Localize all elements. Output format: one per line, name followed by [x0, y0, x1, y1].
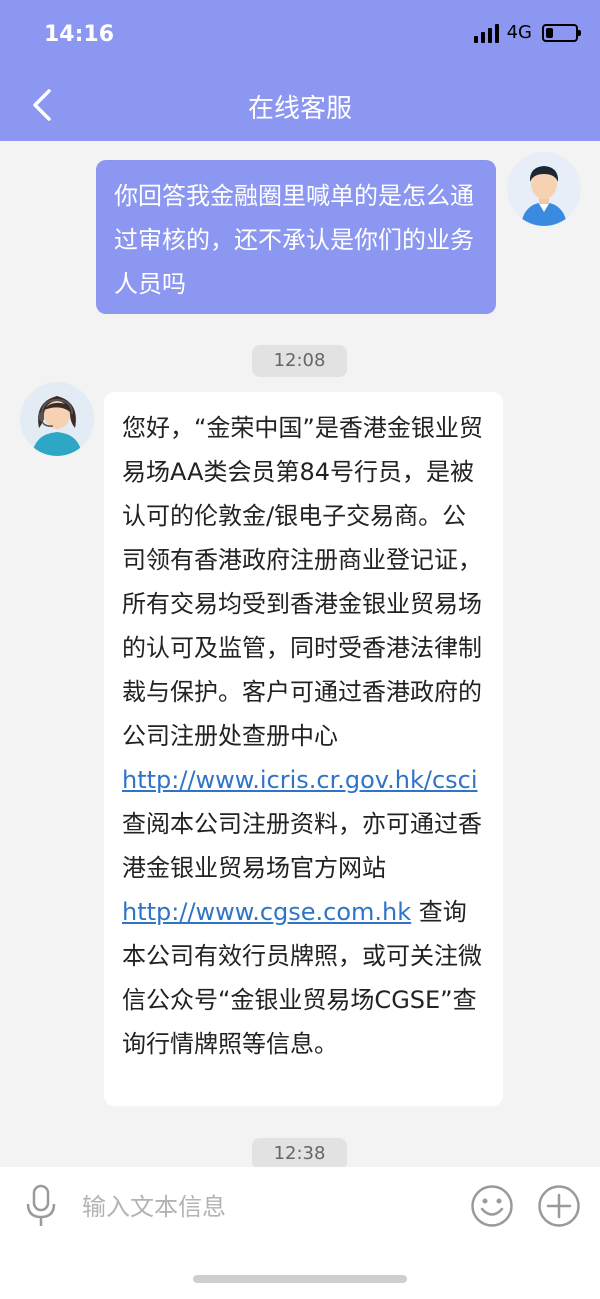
battery-level: [546, 27, 553, 38]
page-title: 在线客服: [247, 94, 352, 124]
message-input-bar: [0, 1167, 600, 1299]
signal-icon: [473, 23, 499, 43]
header-bar: 14:16 4G 在线客服: [0, 0, 600, 141]
user-avatar[interactable]: [507, 152, 581, 226]
cgse-link[interactable]: http://www.cgse.com.hk: [122, 898, 411, 926]
message-input[interactable]: [80, 1181, 454, 1233]
network-label: 4G: [506, 22, 532, 43]
agent-avatar[interactable]: [20, 382, 94, 456]
battery-icon: [542, 23, 581, 42]
home-indicator: [193, 1275, 407, 1283]
user-message-bubble: 你回答我金融圈里喊单的是怎么通过审核的，还不承认是你们的业务人员吗: [96, 160, 496, 314]
microphone-icon[interactable]: [24, 1184, 58, 1232]
timestamp: 12:08: [252, 345, 347, 377]
plus-icon[interactable]: [537, 1184, 581, 1232]
agent-message-part: 查阅本公司注册资料，亦可通过香港金银业贸易场官方网站: [122, 810, 482, 882]
icris-link[interactable]: http://www.icris.cr.gov.hk/csci: [122, 766, 478, 794]
emoji-icon[interactable]: [470, 1184, 514, 1232]
status-indicators: 4G: [473, 22, 581, 43]
timestamp: 12:38: [252, 1138, 347, 1170]
agent-message-part: 您好，“金荣中国”是香港金银业贸易场AA类会员第84号行员，是被认可的伦敦金/银…: [122, 414, 483, 750]
agent-message-text: 您好，“金荣中国”是香港金银业贸易场AA类会员第84号行员，是被认可的伦敦金/银…: [122, 406, 487, 1066]
user-message-text: 你回答我金融圈里喊单的是怎么通过审核的，还不承认是你们的业务人员吗: [114, 182, 474, 298]
agent-message-bubble: 您好，“金荣中国”是香港金银业贸易场AA类会员第84号行员，是被认可的伦敦金/银…: [104, 392, 503, 1106]
status-time: 14:16: [44, 22, 115, 47]
